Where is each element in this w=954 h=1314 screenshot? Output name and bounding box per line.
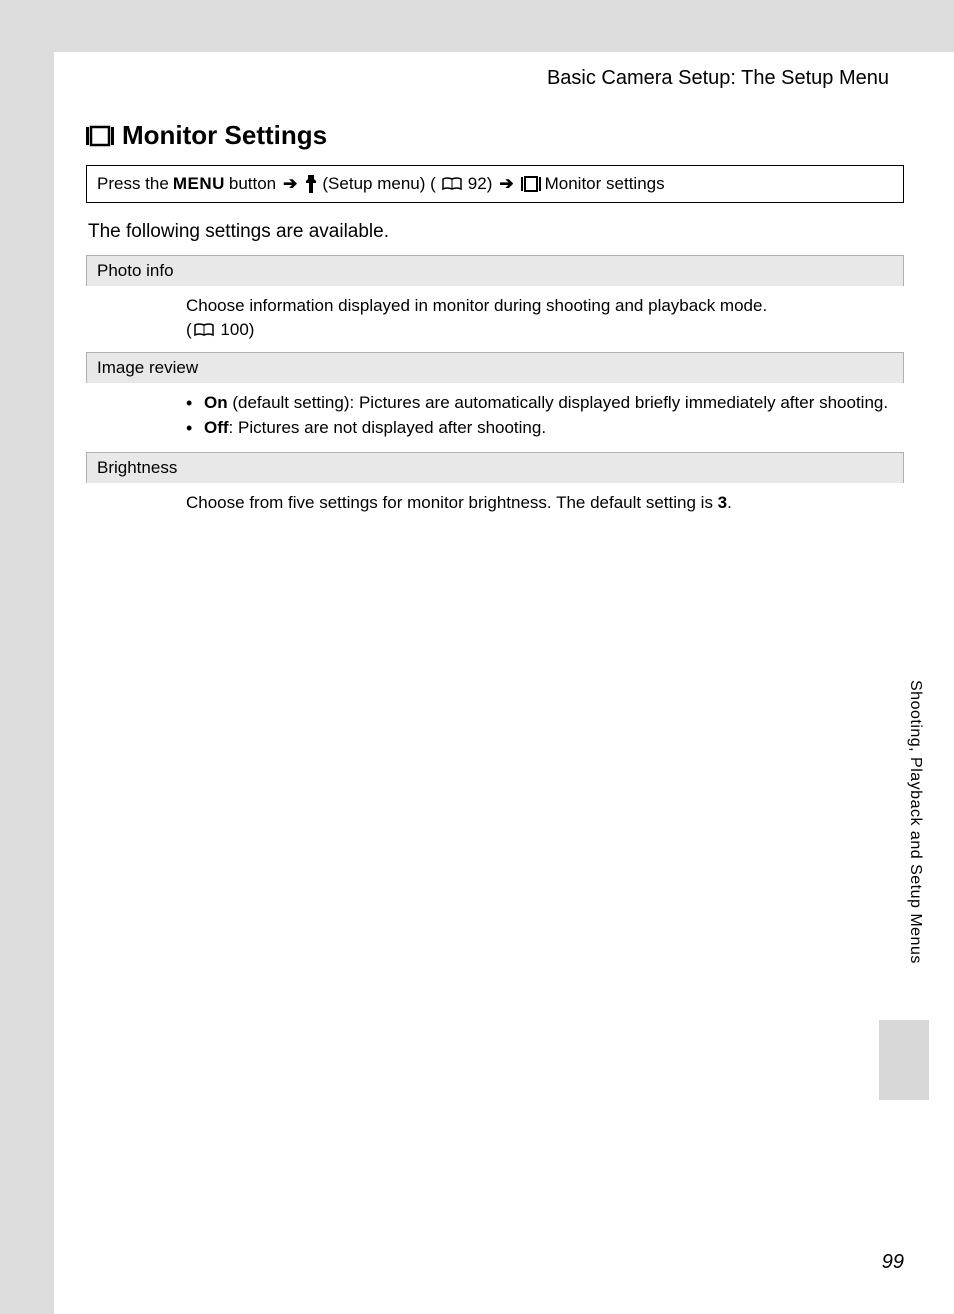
image-review-list: On (default setting): Pictures are autom… bbox=[186, 391, 894, 441]
chapter-header: Basic Camera Setup: The Setup Menu bbox=[86, 67, 904, 90]
section-title: Monitor Settings bbox=[86, 120, 904, 151]
photo-info-desc: Choose information displayed in monitor … bbox=[186, 296, 767, 315]
brightness-default-value: 3 bbox=[718, 493, 727, 512]
brightness-header: Brightness bbox=[86, 452, 904, 483]
image-review-off-item: Off: Pictures are not displayed after sh… bbox=[186, 416, 894, 440]
content-area: Basic Camera Setup: The Setup Menu Monit… bbox=[54, 52, 954, 1314]
image-review-body: On (default setting): Pictures are autom… bbox=[86, 383, 904, 453]
nav-page-ref-92: 92) bbox=[468, 174, 493, 194]
arrow-icon: ➔ bbox=[499, 174, 513, 194]
document-page: Basic Camera Setup: The Setup Menu Monit… bbox=[0, 0, 954, 1314]
brightness-body: Choose from five settings for monitor br… bbox=[86, 483, 904, 525]
brightness-desc-suffix: . bbox=[727, 493, 732, 512]
left-margin bbox=[0, 0, 54, 1314]
photo-info-header: Photo info bbox=[86, 255, 904, 286]
wrench-icon bbox=[304, 175, 318, 193]
on-desc: (default setting): Pictures are automati… bbox=[228, 393, 888, 412]
navigation-path-box: Press the MENU button ➔ (Setup menu) ( 9… bbox=[86, 165, 904, 203]
book-reference-icon bbox=[194, 323, 214, 337]
photo-info-ref-page: 100) bbox=[220, 320, 254, 339]
nav-prefix: Press the bbox=[97, 174, 169, 194]
nav-button-text: button bbox=[229, 174, 276, 194]
monitor-settings-icon-small bbox=[521, 176, 541, 192]
arrow-icon: ➔ bbox=[283, 174, 297, 194]
book-reference-icon bbox=[442, 177, 462, 191]
monitor-settings-icon bbox=[86, 125, 114, 147]
section-title-text: Monitor Settings bbox=[122, 120, 327, 151]
nav-setup-menu: (Setup menu) ( bbox=[322, 174, 435, 194]
page-number: 99 bbox=[882, 1251, 904, 1274]
on-label: On bbox=[204, 393, 228, 412]
brightness-desc-prefix: Choose from five settings for monitor br… bbox=[186, 493, 718, 512]
photo-info-body: Choose information displayed in monitor … bbox=[86, 286, 904, 352]
intro-text: The following settings are available. bbox=[86, 221, 904, 243]
nav-monitor-settings: Monitor settings bbox=[545, 174, 665, 194]
image-review-header: Image review bbox=[86, 352, 904, 383]
menu-button-label: MENU bbox=[173, 174, 225, 194]
side-tab-indicator bbox=[879, 1020, 929, 1100]
settings-table: Photo info Choose information displayed … bbox=[86, 255, 904, 525]
top-margin bbox=[0, 0, 954, 52]
side-tab-label: Shooting, Playback and Setup Menus bbox=[906, 680, 924, 964]
photo-info-ref-prefix: ( bbox=[186, 320, 192, 339]
image-review-on-item: On (default setting): Pictures are autom… bbox=[186, 391, 894, 415]
off-label: Off bbox=[204, 418, 229, 437]
off-desc: : Pictures are not displayed after shoot… bbox=[229, 418, 547, 437]
